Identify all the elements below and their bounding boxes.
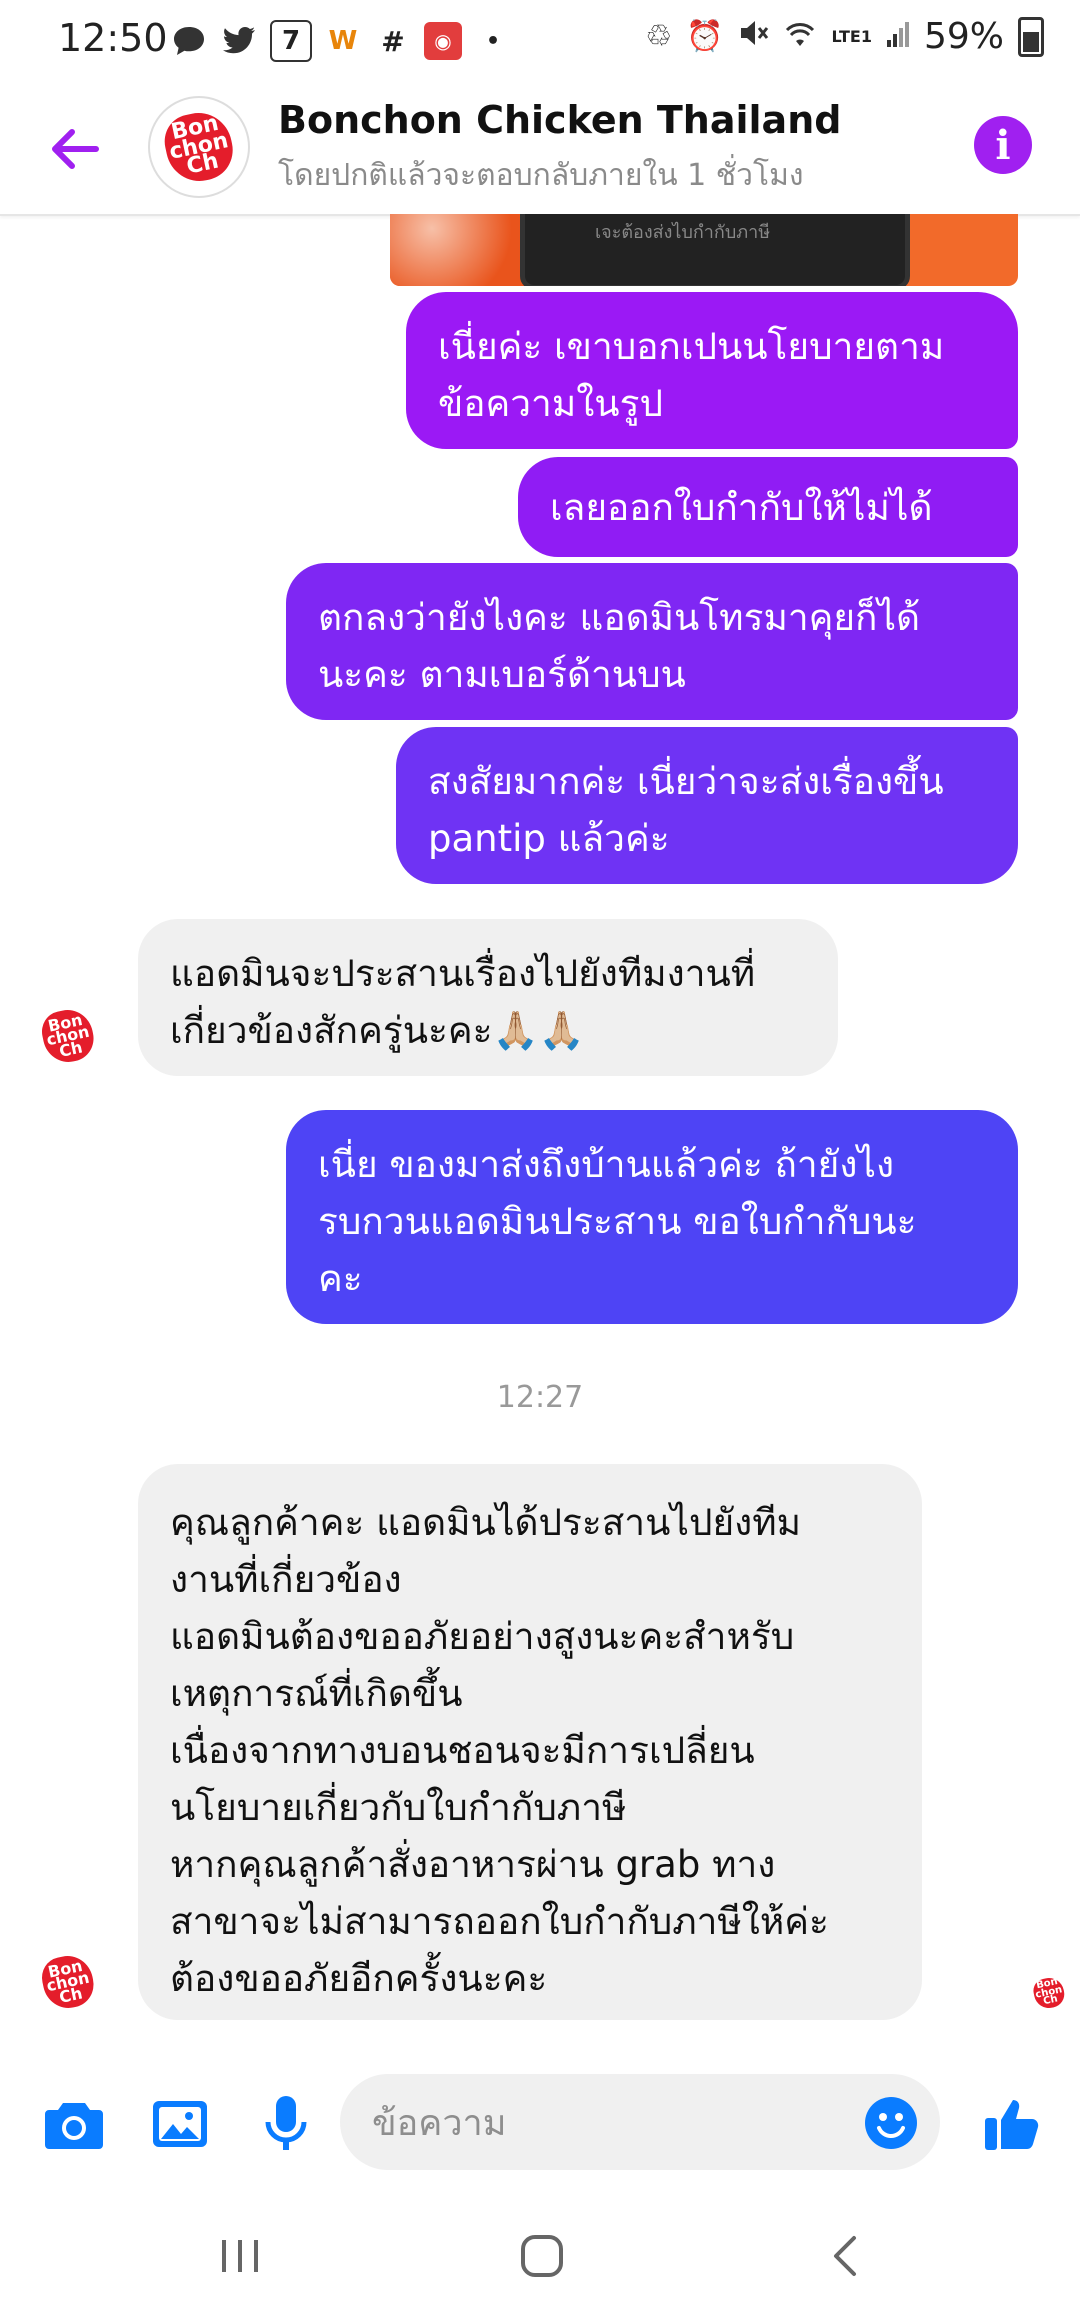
grid-icon: # bbox=[381, 24, 405, 58]
back-nav-button[interactable] bbox=[806, 2226, 886, 2286]
thumbs-up-icon bbox=[985, 2100, 1039, 2150]
message-outgoing[interactable]: เนี่ย ของมาส่งถึงบ้านแล้วค่ะ ถ้ายังไง รบ… bbox=[286, 1110, 1018, 1324]
wongnai-icon: W bbox=[328, 26, 358, 56]
system-nav-bar bbox=[0, 2196, 1080, 2316]
sender-avatar[interactable]: Bon chon Ch bbox=[38, 1005, 98, 1067]
chevron-left-icon bbox=[834, 2236, 856, 2276]
photo-phone: เจะต้องส่งไบกำกับภาษี bbox=[520, 214, 910, 286]
message-input[interactable] bbox=[370, 2074, 854, 2172]
camera-icon bbox=[45, 2103, 103, 2149]
back-button[interactable] bbox=[40, 114, 110, 184]
message-outgoing[interactable]: สงสัยมากค่ะ เนี่ยว่าจะส่งเรื่องขึ้น pant… bbox=[396, 727, 1018, 884]
network-label: LTE1 bbox=[831, 27, 872, 46]
message-timestamp: 12:27 bbox=[496, 1380, 584, 1415]
status-right: ♲ ⏰ LTE1 59% bbox=[645, 16, 1044, 57]
page-title[interactable]: Bonchon Chicken Thailand bbox=[278, 98, 841, 142]
recents-button[interactable] bbox=[200, 2226, 280, 2286]
photo-text: เจะต้องส่งไบกำกับภาษี bbox=[595, 222, 771, 243]
wifi-icon bbox=[783, 16, 817, 57]
notification-icons: 7 W # ◉ • bbox=[170, 20, 512, 62]
twitter-icon bbox=[220, 22, 258, 60]
message-outgoing[interactable]: เนี่ยค่ะ เขาบอกเปนนโยบายตาม ข้อความในรูป bbox=[406, 292, 1018, 449]
info-icon: i bbox=[995, 121, 1011, 169]
chat-header: Bon chon Ch Bonchon Chicken Thailand โดย… bbox=[0, 84, 1080, 216]
info-button[interactable]: i bbox=[974, 116, 1032, 174]
home-button[interactable] bbox=[502, 2226, 582, 2286]
message-incoming[interactable]: คุณลูกค้าคะ แอดมินได้ประสานไปยังทีม งานท… bbox=[138, 1464, 922, 2020]
image-icon bbox=[153, 2101, 207, 2147]
emoji-button[interactable] bbox=[864, 2096, 918, 2150]
mute-icon bbox=[737, 16, 769, 57]
home-icon bbox=[521, 2235, 563, 2277]
message-outgoing[interactable]: เลยออกใบกำกับให้ไม่ได้ bbox=[518, 457, 1018, 557]
microphone-icon bbox=[265, 2096, 307, 2150]
more-dot-icon: • bbox=[485, 28, 501, 54]
shared-photo[interactable]: เจะต้องส่งไบกำกับภาษี bbox=[390, 214, 1018, 286]
message-input-container bbox=[340, 2074, 940, 2172]
message-composer bbox=[0, 2060, 1080, 2190]
recycle-icon: ♲ bbox=[645, 19, 673, 54]
bonchon-logo: Bon chon Ch bbox=[159, 106, 239, 188]
message-outgoing[interactable]: ตกลงว่ายังไงคะ แอดมินโทรมาคุยก็ได้ นะคะ … bbox=[286, 563, 1018, 720]
battery-icon bbox=[1018, 16, 1044, 57]
line-man-icon: ◉ bbox=[424, 22, 462, 60]
page-avatar[interactable]: Bon chon Ch bbox=[148, 96, 250, 198]
voice-button[interactable] bbox=[250, 2088, 322, 2160]
bonchon-logo: Bon chon Ch bbox=[1031, 1975, 1067, 2011]
signal-icon bbox=[886, 16, 910, 57]
battery-percent: 59% bbox=[923, 16, 1004, 57]
camera-button[interactable] bbox=[38, 2088, 110, 2160]
seen-indicator: Bon chon Ch bbox=[1031, 1975, 1067, 2011]
status-time: 12:50 bbox=[58, 16, 168, 60]
sender-avatar[interactable]: Bon chon Ch bbox=[38, 1951, 98, 2013]
bonchon-logo: Bon chon Ch bbox=[38, 1951, 98, 2013]
message-incoming[interactable]: แอดมินจะประสานเรื่องไปยังทีมงานที่ เกี่ย… bbox=[138, 919, 838, 1076]
bonchon-logo: Bon chon Ch bbox=[38, 1005, 98, 1067]
alarm-icon: ⏰ bbox=[686, 19, 724, 54]
recents-icon bbox=[222, 2240, 258, 2272]
gallery-button[interactable] bbox=[144, 2088, 216, 2160]
response-time-text: โดยปกติแล้วจะตอบกลับภายใน 1 ชั่วโมง bbox=[278, 158, 804, 193]
arrow-left-icon bbox=[52, 129, 99, 169]
like-button[interactable] bbox=[976, 2088, 1048, 2160]
status-bar: 12:50 7 W # ◉ • ♲ ⏰ LTE1 59% bbox=[0, 0, 1080, 84]
photo-background bbox=[390, 214, 530, 286]
seven-eleven-icon: 7 bbox=[270, 20, 312, 62]
chat-bubble-icon bbox=[170, 22, 208, 60]
